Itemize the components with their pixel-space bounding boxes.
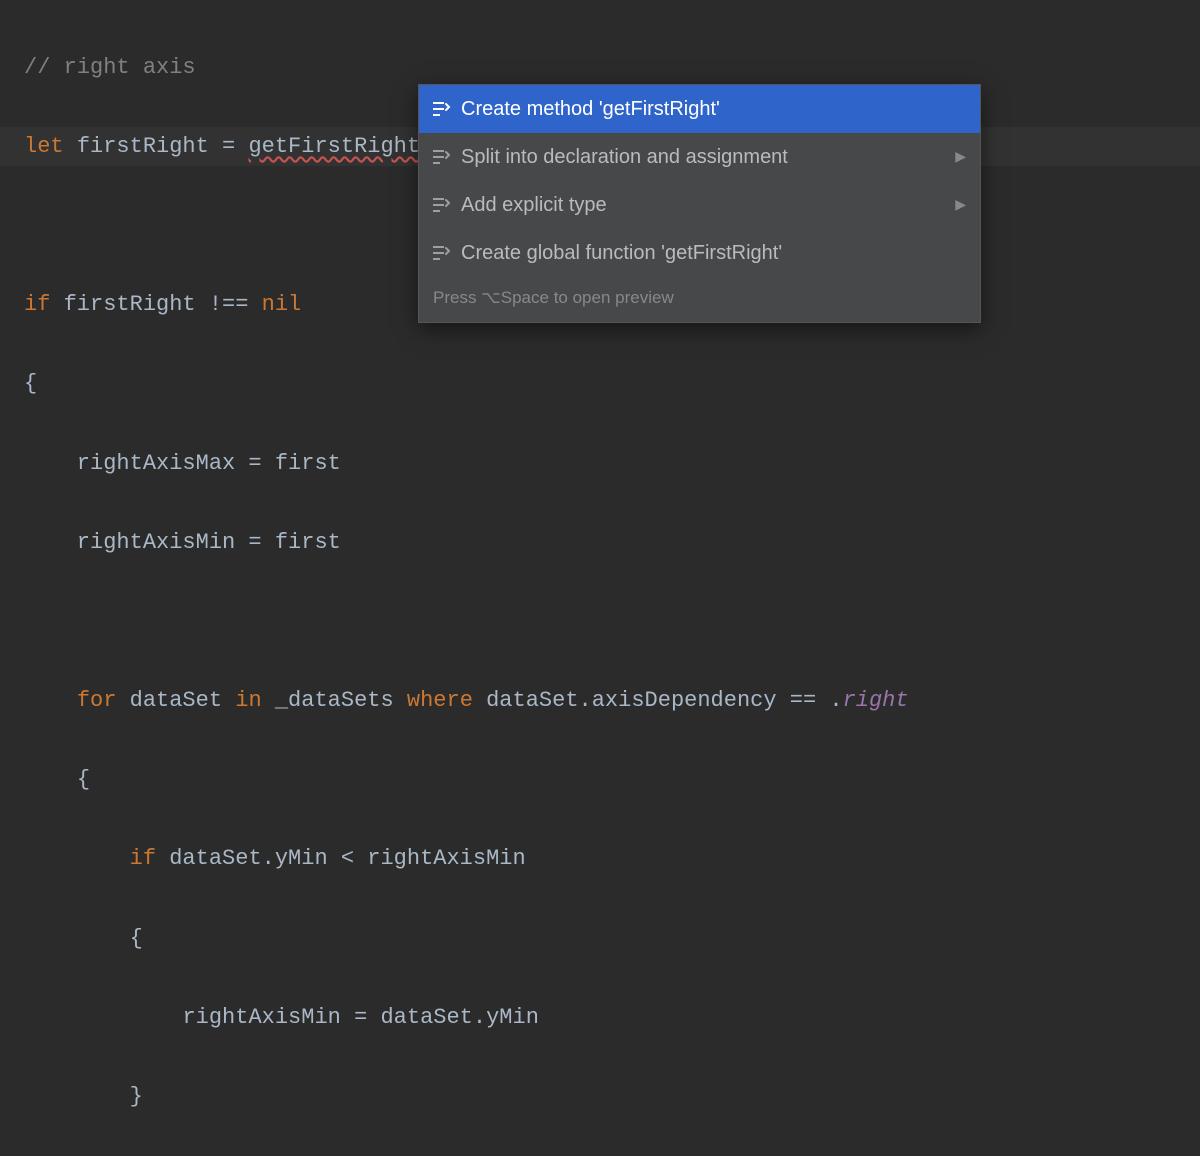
- intention-item-create-method[interactable]: Create method 'getFirstRight': [419, 85, 980, 133]
- intention-item-create-global-fn[interactable]: Create global function 'getFirstRight': [419, 229, 980, 277]
- intention-popup[interactable]: Create method 'getFirstRight' Split into…: [418, 84, 981, 323]
- intention-icon: [431, 195, 451, 215]
- intention-item-explicit-type[interactable]: Add explicit type ▶: [419, 181, 980, 229]
- submenu-arrow-icon: ▶: [955, 192, 966, 217]
- error-span[interactable]: getFirstRight: [248, 134, 420, 159]
- intention-icon: [431, 99, 451, 119]
- code-comment: // right axis: [24, 55, 196, 80]
- intention-label: Split into declaration and assignment: [461, 139, 927, 175]
- intention-label: Add explicit type: [461, 187, 927, 223]
- submenu-arrow-icon: ▶: [955, 144, 966, 169]
- intention-item-split[interactable]: Split into declaration and assignment ▶: [419, 133, 980, 181]
- intention-icon: [431, 243, 451, 263]
- intention-label: Create global function 'getFirstRight': [461, 235, 966, 271]
- intention-label: Create method 'getFirstRight': [461, 91, 966, 127]
- popup-hint: Press ⌥Space to open preview: [419, 277, 980, 322]
- intention-icon: [431, 147, 451, 167]
